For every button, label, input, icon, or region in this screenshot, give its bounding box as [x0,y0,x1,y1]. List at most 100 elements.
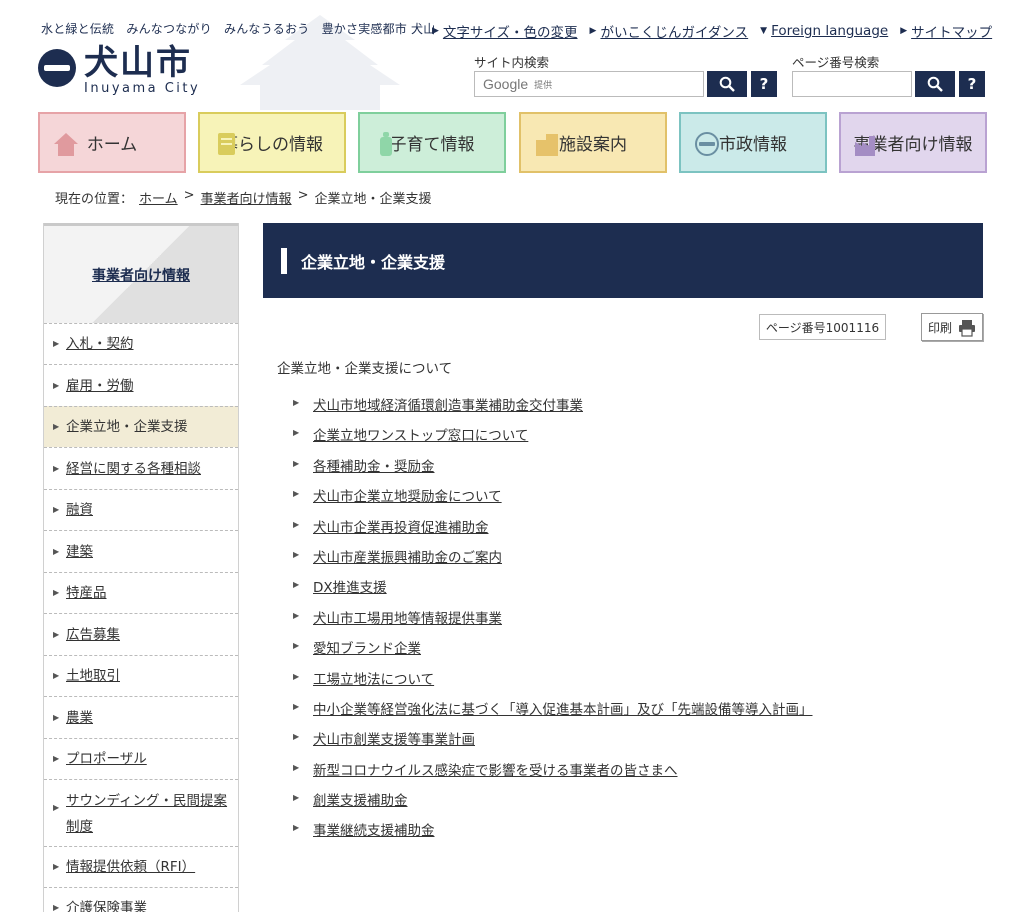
triangle-right-icon: ▶ [53,339,60,348]
list-item[interactable]: ▶ 事業継続支援補助金 [293,819,813,849]
gnav-facilities-label: 施設案内 [559,135,627,155]
baby-bottle-icon [380,132,392,156]
list-item[interactable]: ▶ 愛知ブランド企業 [293,637,813,667]
building-icon [536,134,558,156]
triangle-right-icon: ▶ [293,398,300,407]
sidebar-heading-label: 事業者向け情報 [92,267,190,284]
breadcrumb-prefix: 現在の位置： [55,192,134,207]
page-number-input[interactable] [792,71,912,97]
list-item[interactable]: ▶ 犬山市創業支援等事業計画 [293,728,813,758]
site-header: 水と緑と伝統 みんなつながり みんなうるおう 豊かさ実感都市 犬山 犬山市 In… [0,0,1026,110]
google-brand: Google [483,76,529,92]
triangle-right-icon: ▶ [293,489,300,499]
sidebar-item-employment[interactable]: ▶ 雇用・労働 [44,364,238,406]
gnav-city-info-label: 市政情報 [719,135,787,155]
triangle-right-icon: ▶ [293,610,300,620]
page-number-help-button[interactable]: ? [959,71,985,97]
sidebar-heading[interactable]: 事業者向け情報 [44,223,238,323]
castle-silhouette-icon [240,15,400,110]
search-icon [719,76,735,92]
sidebar-item-agriculture[interactable]: ▶ 農業 [44,696,238,738]
logo-japanese: 犬山市 [84,43,192,83]
utility-links: ▶ 文字サイズ・色の変更 ▶ がいこくじんガイダンス ▼ Foreign langua… [432,21,992,41]
breadcrumb-home[interactable]: ホーム [139,188,178,207]
site-search-input[interactable]: Google 提供 [474,71,704,97]
list-item[interactable]: ▶ 創業支援補助金 [293,789,813,819]
list-item[interactable]: ▶ DX推進支援 [293,576,813,606]
sidebar-item-land-transactions[interactable]: ▶ 土地取引 [44,655,238,696]
site-search-button[interactable] [707,71,747,97]
gnav-home[interactable]: ホーム [38,112,186,173]
site-search-help-button[interactable]: ? [751,71,777,97]
triangle-right-icon: ▶ [293,458,300,468]
sidebar-item-care-insurance[interactable]: ▶ 介護保険事業 [44,887,238,912]
page-number-search-label: ページ番号検索 [792,55,880,70]
sidebar-item-local-products[interactable]: ▶ 特産品 [44,572,238,613]
sidebar-list: ▶ 入札・契約 ▶ 雇用・労働 ▶ 企業立地・企業支援 ▶ 経営に関する各種相談 ▶ 融資… [44,323,238,912]
gnav-business[interactable]: 事業者向け情報 [839,112,987,173]
util-link-text-size[interactable]: ▶ 文字サイズ・色の変更 [432,21,578,41]
list-item[interactable]: ▶ 犬山市企業立地奨励金について [293,485,813,515]
triangle-right-icon: ▶ [53,422,60,431]
sidebar-item-financing[interactable]: ▶ 融資 [44,489,238,530]
util-link-foreigner-guide[interactable]: ▶ がいこくじんガイダンス [590,21,749,41]
triangle-right-icon: ▶ [293,580,300,590]
triangle-right-icon: ▶ [293,549,300,559]
sidebar-item-sounding[interactable]: ▶ サウンディング・民間提案制度 [44,779,238,846]
triangle-right-icon: ▶ [293,732,300,742]
list-item[interactable]: ▶ 新型コロナウイルス感染症で影響を受ける事業者の皆さまへ [293,759,813,789]
sidebar-item-proposal[interactable]: ▶ プロポーザル [44,738,238,779]
gnav-living[interactable]: 暮らしの情報 [198,112,346,173]
util-link-foreign-language[interactable]: ▼ Foreign language [760,21,888,41]
site-logo[interactable]: 犬山市 Inuyama City [38,44,228,100]
breadcrumb-business[interactable]: 事業者向け情報 [201,188,292,207]
sidebar-item-consultation[interactable]: ▶ 経営に関する各種相談 [44,447,238,489]
sidebar-item-corporate-location[interactable]: ▶ 企業立地・企業支援 [44,406,238,447]
list-item[interactable]: ▶ 工場立地法について [293,668,813,698]
triangle-right-icon: ▶ [293,762,300,772]
global-nav: ホーム 暮らしの情報 子育て情報 施設案内 市政情報 事業者向け情報 [38,112,988,173]
city-emblem-icon [695,132,719,156]
sidebar-item-advertising[interactable]: ▶ 広告募集 [44,613,238,655]
list-item[interactable]: ▶ 犬山市産業振興補助金のご案内 [293,546,813,576]
gnav-city-info[interactable]: 市政情報 [679,112,827,173]
sidebar: 事業者向け情報 ▶ 入札・契約 ▶ 雇用・労働 ▶ 企業立地・企業支援 ▶ 経営に関する… [43,223,239,912]
gnav-facilities[interactable]: 施設案内 [519,112,667,173]
list-item[interactable]: ▶ 犬山市地域経済循環創造事業補助金交付事業 [293,394,813,424]
page-title: 企業立地・企業支援 [301,252,446,272]
gnav-childcare[interactable]: 子育て情報 [358,112,506,173]
triangle-right-icon: ▶ [53,671,60,680]
print-button[interactable]: 印刷 [921,313,983,341]
breadcrumb: 現在の位置： ホーム > 事業者向け情報 > 企業立地・企業支援 [55,188,431,207]
list-item[interactable]: ▶ 犬山市工場用地等情報提供事業 [293,607,813,637]
triangle-right-icon: ▶ [53,754,60,763]
triangle-right-icon: ▶ [53,588,60,597]
util-link-sitemap[interactable]: ▶ サイトマップ [900,21,992,41]
sidebar-item-construction[interactable]: ▶ 建築 [44,530,238,572]
title-accent-bar [281,247,287,274]
list-item[interactable]: ▶ 中小企業等経営強化法に基づく「導入促進基本計画」及び「先端設備等導入計画」 [293,698,813,728]
page-number-search-button[interactable] [915,71,955,97]
triangle-right-icon: ▶ [293,428,300,438]
sidebar-item-rfi[interactable]: ▶ 情報提供依頼（RFI） [44,846,238,887]
breadcrumb-current: 企業立地・企業支援 [314,192,432,207]
list-item[interactable]: ▶ 犬山市企業再投資促進補助金 [293,516,813,546]
triangle-right-icon: ▶ [293,671,300,681]
gnav-home-label: ホーム [86,135,138,155]
triangle-right-icon: ▶ [53,712,60,722]
triangle-right-icon: ▶ [293,823,300,833]
list-item[interactable]: ▶ 企業立地ワンストップ窓口について [293,424,813,454]
triangle-right-icon: ▶ [53,803,60,812]
triangle-right-icon: ▶ [293,641,300,651]
printer-icon [959,320,975,337]
sidebar-item-bidding[interactable]: ▶ 入札・契約 [44,323,238,364]
logo-english: Inuyama City [84,81,201,96]
list-item[interactable]: ▶ 各種補助金・奨励金 [293,455,813,485]
google-brand-sub: 提供 [534,80,553,91]
site-tagline: 水と緑と伝統 みんなつながり みんなうるおう 豊かさ実感都市 犬山 [41,22,436,36]
triangle-right-icon: ▶ [53,463,60,473]
triangle-right-icon: ▶ [293,519,300,529]
triangle-right-icon: ▶ [53,903,60,912]
factory-icon [855,136,875,156]
triangle-right-icon: ▶ [53,546,60,556]
